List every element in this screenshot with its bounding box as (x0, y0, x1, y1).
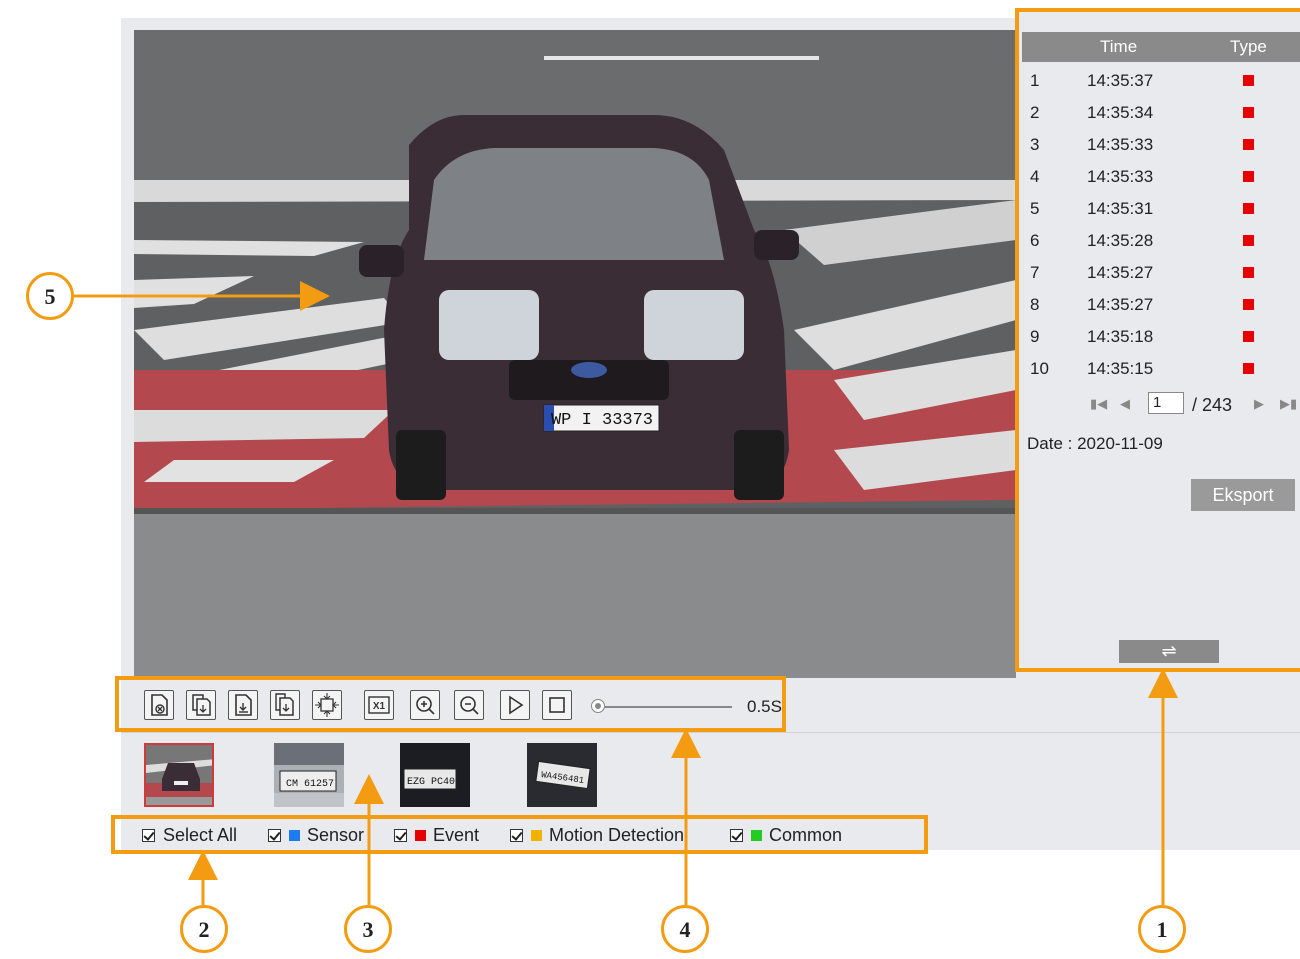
callout-2: 2 (180, 905, 228, 953)
callout-arrows (74, 281, 1178, 905)
callout-3: 3 (344, 905, 392, 953)
callout-4: 4 (661, 905, 709, 953)
callout-5: 5 (26, 272, 74, 320)
callout-1: 1 (1138, 905, 1186, 953)
